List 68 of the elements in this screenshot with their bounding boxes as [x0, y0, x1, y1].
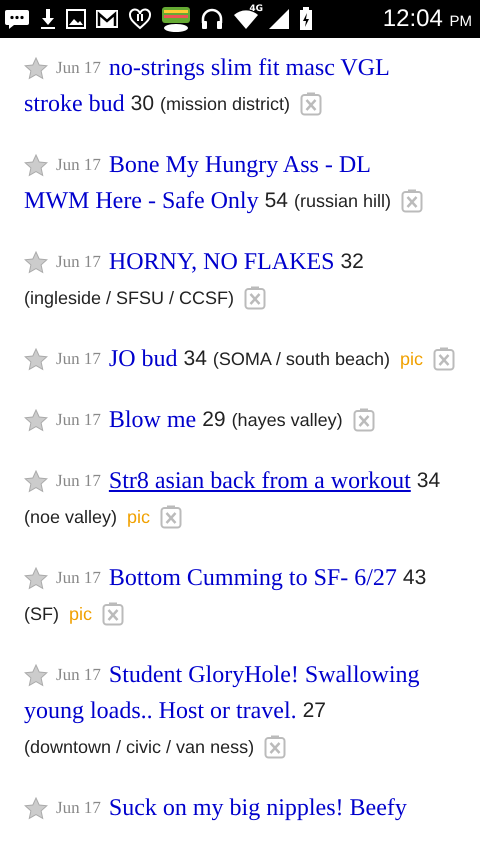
message-icon: [4, 8, 30, 30]
age: 32: [340, 249, 364, 275]
listing-link[interactable]: Blow me: [108, 402, 196, 438]
age: 27: [302, 698, 326, 724]
location: (SF): [24, 603, 59, 626]
age: 29: [202, 407, 226, 433]
star-icon[interactable]: [24, 250, 48, 274]
star-icon[interactable]: [24, 408, 48, 432]
location: (ingleside / SFSU / CCSF): [24, 287, 234, 310]
battery-icon: [299, 7, 313, 31]
listing-link[interactable]: stroke bud: [24, 86, 125, 122]
post-date: Jun 17: [56, 470, 101, 492]
age: 34: [184, 346, 207, 372]
signal-icon: [268, 8, 290, 30]
star-icon[interactable]: [24, 796, 48, 820]
hide-icon[interactable]: [300, 92, 322, 116]
pic-tag: pic: [69, 596, 92, 632]
image-icon: [66, 9, 86, 29]
clock: 12:04 PM: [382, 5, 472, 33]
post-date: Jun 17: [56, 251, 101, 273]
location: (mission district): [160, 93, 290, 116]
post-date: Jun 17: [56, 57, 101, 79]
star-icon[interactable]: [24, 664, 48, 686]
hide-icon[interactable]: [102, 602, 124, 626]
listing-link[interactable]: no-strings slim fit masc VGL: [108, 50, 390, 86]
star-icon[interactable]: [24, 348, 48, 370]
location: (hayes valley): [232, 409, 343, 432]
download-icon: [39, 8, 57, 30]
age: 34: [416, 468, 440, 494]
pic-tag: pic: [127, 499, 150, 535]
listing-link[interactable]: MWM Here - Safe Only: [24, 183, 259, 219]
listing-link[interactable]: Student GloryHole! Swallowing: [108, 657, 420, 693]
network-type: 4G: [249, 4, 263, 14]
listing-link[interactable]: HORNY, NO FLAKES: [108, 244, 334, 280]
age: 43: [402, 565, 426, 591]
listing-link[interactable]: Bottom Cumming to SF- 6/27: [108, 560, 397, 596]
star-icon[interactable]: [24, 56, 48, 80]
age: 30: [130, 91, 154, 117]
post-date: Jun 17: [56, 797, 101, 819]
post-date: Jun 17: [56, 664, 101, 686]
listing-link[interactable]: Str8 asian back from a workout: [108, 463, 411, 499]
star-icon[interactable]: [24, 566, 48, 590]
hide-icon[interactable]: [401, 189, 423, 213]
radio-icon: [128, 8, 152, 30]
hide-icon[interactable]: [244, 286, 266, 310]
hide-icon[interactable]: [160, 505, 182, 529]
star-icon[interactable]: [24, 470, 48, 492]
pic-tag: pic: [400, 341, 424, 377]
location: (russian hill): [294, 190, 391, 213]
listing-link[interactable]: JO bud: [108, 341, 178, 377]
listing-link[interactable]: Bone My Hungry Ass - DL: [108, 147, 371, 183]
mail-icon: [95, 9, 119, 29]
game-logo-icon: [161, 5, 191, 33]
listing-link[interactable]: young loads.. Host or travel.: [24, 693, 297, 729]
location: (SOMA / south beach): [212, 348, 390, 371]
headphones-icon: [200, 8, 224, 30]
hide-icon[interactable]: [264, 735, 286, 759]
star-icon[interactable]: [24, 154, 48, 176]
post-date: Jun 17: [56, 567, 101, 589]
location: (noe valley): [24, 506, 118, 529]
hide-icon[interactable]: [433, 347, 456, 371]
location: (downtown / civic / van ness): [24, 736, 254, 759]
age: 54: [264, 188, 288, 214]
listing-link[interactable]: Suck on my big nipples! Beefy: [108, 790, 407, 826]
post-date: Jun 17: [56, 409, 101, 431]
post-date: Jun 17: [56, 154, 101, 176]
post-date: Jun 17: [56, 348, 101, 370]
hide-icon[interactable]: [352, 408, 375, 432]
